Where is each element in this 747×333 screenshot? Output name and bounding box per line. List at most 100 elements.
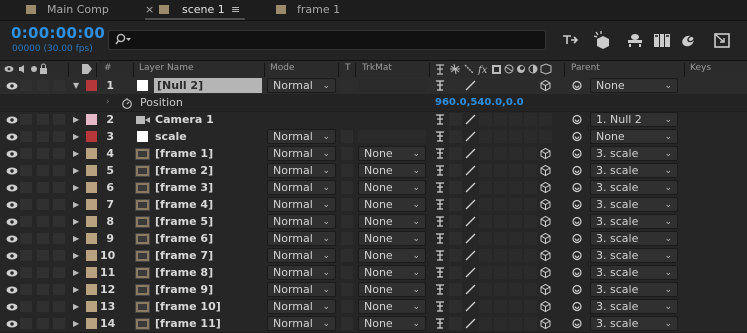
switch-cell[interactable] bbox=[539, 130, 552, 143]
label-color-swatch[interactable] bbox=[86, 318, 97, 329]
label-color-swatch[interactable] bbox=[86, 267, 97, 278]
preserve-transparency-toggle[interactable] bbox=[341, 215, 353, 228]
mode-dropdown[interactable]: Normal ⌄ bbox=[267, 197, 336, 212]
draft-3d-icon[interactable] bbox=[559, 30, 581, 50]
pick-whip-icon[interactable] bbox=[570, 249, 584, 262]
solo-toggle[interactable] bbox=[37, 165, 49, 176]
lock-toggle[interactable] bbox=[53, 131, 65, 142]
label-color-swatch[interactable] bbox=[86, 199, 97, 210]
switch-cell[interactable] bbox=[509, 266, 522, 279]
shy-icon[interactable] bbox=[434, 130, 448, 143]
3d-layer-icon[interactable] bbox=[539, 300, 552, 313]
switch-cell[interactable] bbox=[524, 79, 537, 92]
layer-name[interactable]: [frame 6] bbox=[155, 230, 213, 247]
layer-name[interactable]: [frame 4] bbox=[155, 196, 213, 213]
eye-icon[interactable] bbox=[5, 132, 19, 142]
trkmat-dropdown[interactable]: None ⌄ bbox=[358, 299, 426, 314]
quality-icon[interactable] bbox=[464, 164, 477, 177]
twirl-right-icon[interactable]: ▶ bbox=[73, 315, 79, 332]
label-color-swatch[interactable] bbox=[86, 182, 97, 193]
solo-toggle[interactable] bbox=[37, 216, 49, 227]
switch-cell[interactable] bbox=[509, 300, 522, 313]
shy-icon[interactable] bbox=[434, 198, 448, 211]
mode-dropdown[interactable]: Normal ⌄ bbox=[267, 316, 336, 331]
preserve-transparency-toggle[interactable] bbox=[341, 249, 353, 262]
eye-icon[interactable] bbox=[5, 268, 19, 278]
pick-whip-icon[interactable] bbox=[570, 147, 584, 160]
stopwatch-icon[interactable] bbox=[121, 97, 133, 109]
switch-cell[interactable] bbox=[524, 198, 537, 211]
preserve-transparency-toggle[interactable] bbox=[341, 317, 353, 330]
switch-cell[interactable] bbox=[509, 164, 522, 177]
preserve-transparency-toggle[interactable] bbox=[341, 147, 353, 160]
switch-cell[interactable] bbox=[479, 283, 492, 296]
search-input[interactable] bbox=[108, 30, 546, 50]
twirl-right-icon[interactable]: ▶ bbox=[73, 264, 79, 281]
collapse-toggle[interactable] bbox=[449, 283, 462, 296]
mode-dropdown[interactable]: Normal ⌄ bbox=[267, 214, 336, 229]
collapse-toggle[interactable] bbox=[449, 215, 462, 228]
switch-cell[interactable] bbox=[494, 232, 507, 245]
shy-icon[interactable] bbox=[434, 232, 448, 245]
shy-icon[interactable] bbox=[434, 181, 448, 194]
quality-icon[interactable] bbox=[464, 215, 477, 228]
pick-whip-icon[interactable] bbox=[570, 317, 584, 330]
parent-dropdown[interactable]: 3. scale ⌄ bbox=[590, 282, 678, 297]
3d-layer-icon[interactable] bbox=[539, 147, 552, 160]
quality-icon[interactable] bbox=[464, 232, 477, 245]
switch-cell[interactable] bbox=[509, 79, 522, 92]
preserve-transparency-toggle[interactable] bbox=[341, 232, 353, 245]
layer-name[interactable]: [frame 10] bbox=[155, 298, 221, 315]
layer-row[interactable]: ▶ 10 [frame 7] Normal ⌄ None ⌄ 3. scale ⌄ bbox=[0, 247, 747, 265]
parent-dropdown[interactable]: None ⌄ bbox=[590, 78, 678, 93]
switch-cell[interactable] bbox=[494, 215, 507, 228]
parent-dropdown[interactable]: 3. scale ⌄ bbox=[590, 316, 678, 331]
audio-toggle[interactable] bbox=[20, 284, 32, 295]
twirl-right-icon[interactable]: ▶ bbox=[73, 111, 79, 128]
layer-row[interactable]: ▶ 3 scale Normal ⌄ None ⌄ bbox=[0, 128, 747, 146]
label-color-swatch[interactable] bbox=[86, 80, 97, 91]
solo-toggle[interactable] bbox=[37, 199, 49, 210]
audio-toggle[interactable] bbox=[20, 131, 32, 142]
audio-toggle[interactable] bbox=[20, 148, 32, 159]
mode-dropdown[interactable]: Normal ⌄ bbox=[267, 299, 336, 314]
switch-cell[interactable] bbox=[509, 232, 522, 245]
quality-icon[interactable] bbox=[464, 113, 477, 126]
trkmat-dropdown[interactable]: None ⌄ bbox=[358, 180, 426, 195]
layer-row[interactable]: ▶ 13 [frame 10] Normal ⌄ None ⌄ 3. scale ⌄ bbox=[0, 298, 747, 316]
trkmat-dropdown[interactable]: None ⌄ bbox=[358, 248, 426, 263]
twirl-right-icon[interactable]: ▶ bbox=[73, 145, 79, 162]
preserve-transparency-toggle[interactable] bbox=[341, 283, 353, 296]
quality-icon[interactable] bbox=[464, 249, 477, 262]
switch-cell[interactable] bbox=[509, 147, 522, 160]
switch-cell[interactable] bbox=[524, 249, 537, 262]
shy-layers-icon[interactable] bbox=[592, 30, 614, 50]
switch-cell[interactable] bbox=[494, 266, 507, 279]
audio-toggle[interactable] bbox=[20, 199, 32, 210]
trkmat-dropdown[interactable]: None ⌄ bbox=[358, 214, 426, 229]
eye-icon[interactable] bbox=[5, 166, 19, 176]
lock-toggle[interactable] bbox=[53, 233, 65, 244]
switch-cell[interactable] bbox=[479, 232, 492, 245]
switch-cell[interactable] bbox=[479, 147, 492, 160]
switch-cell[interactable] bbox=[494, 300, 507, 313]
label-color-swatch[interactable] bbox=[86, 216, 97, 227]
parent-dropdown[interactable]: 3. scale ⌄ bbox=[590, 163, 678, 178]
eye-icon[interactable] bbox=[5, 319, 19, 329]
mode-dropdown[interactable]: Normal ⌄ bbox=[267, 248, 336, 263]
audio-toggle[interactable] bbox=[20, 216, 32, 227]
pick-whip-icon[interactable] bbox=[570, 181, 584, 194]
tab-main-comp[interactable]: Main Comp bbox=[26, 0, 116, 20]
layer-name[interactable]: [frame 2] bbox=[155, 162, 213, 179]
motion-blur-icon[interactable] bbox=[651, 30, 673, 50]
eye-icon[interactable] bbox=[5, 200, 19, 210]
shy-icon[interactable] bbox=[434, 215, 448, 228]
lock-toggle[interactable] bbox=[53, 148, 65, 159]
3d-layer-icon[interactable] bbox=[539, 232, 552, 245]
layer-name[interactable]: [frame 11] bbox=[155, 315, 221, 332]
twirl-right-icon[interactable]: ▶ bbox=[73, 128, 79, 145]
trkmat-dropdown[interactable]: None ⌄ bbox=[358, 163, 426, 178]
solo-toggle[interactable] bbox=[37, 182, 49, 193]
switch-cell[interactable] bbox=[494, 283, 507, 296]
layer-name[interactable]: [frame 7] bbox=[155, 247, 213, 264]
